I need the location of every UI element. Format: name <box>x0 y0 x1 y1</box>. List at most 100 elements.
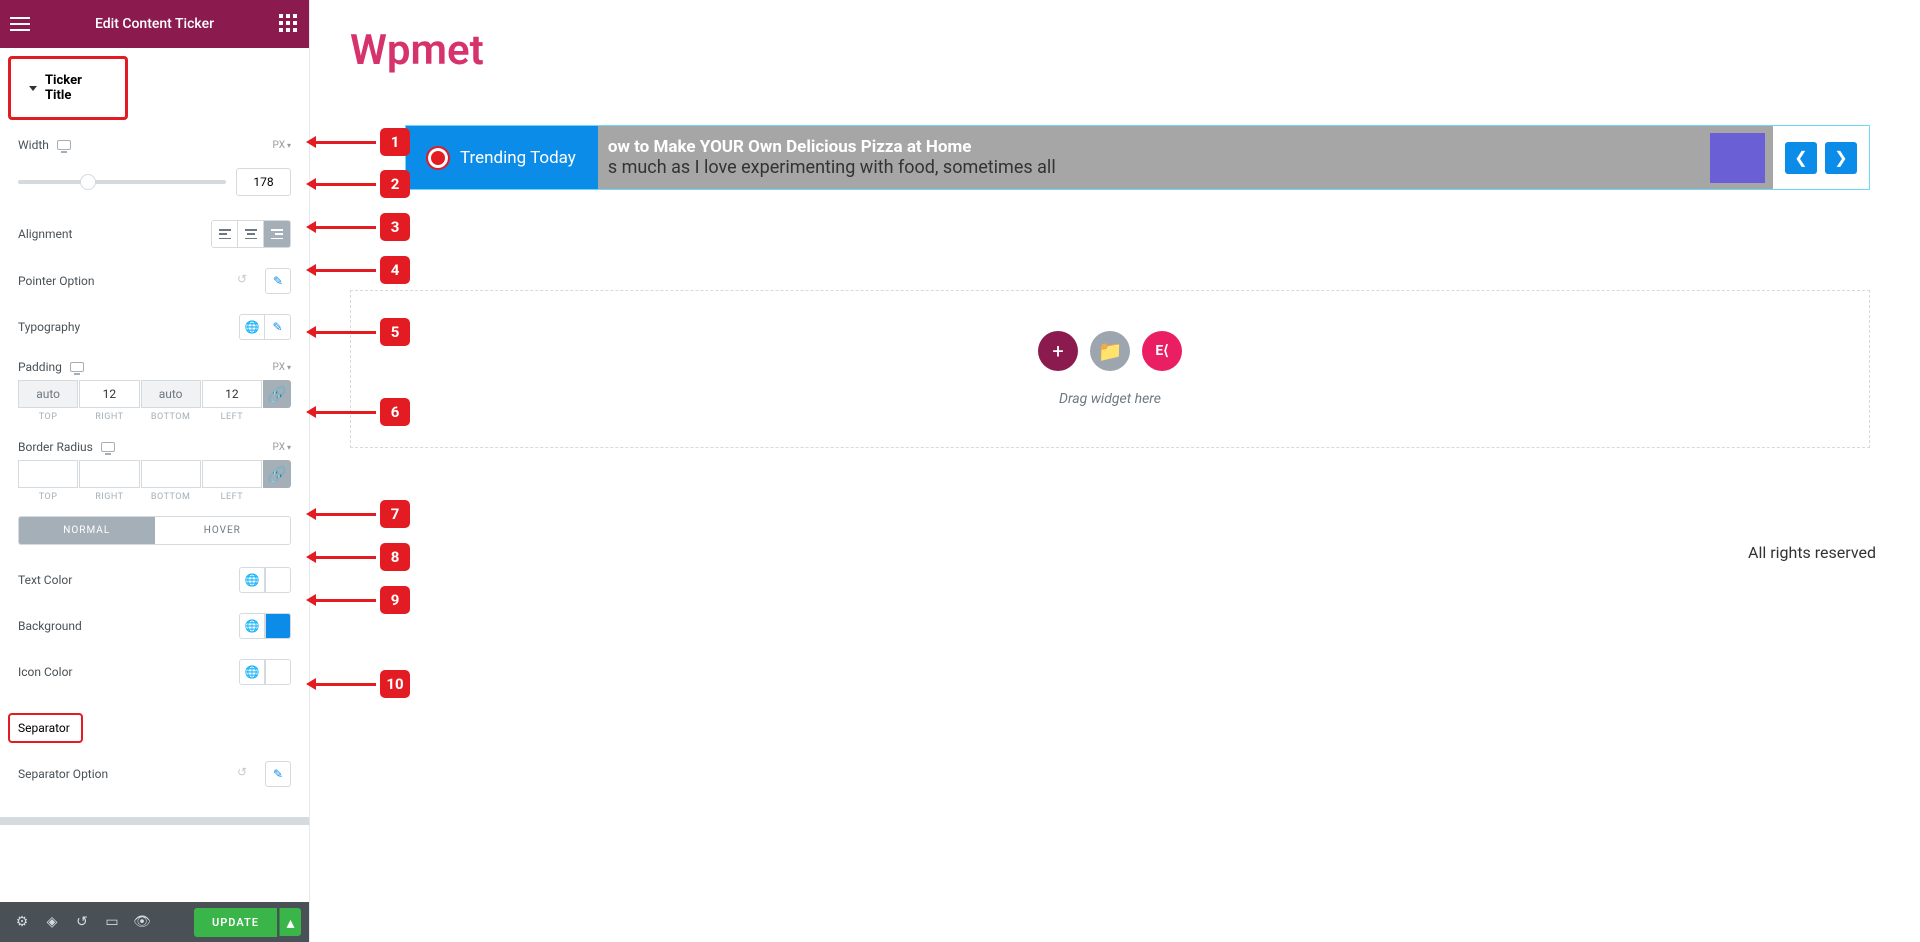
background-label: Background <box>18 619 82 633</box>
callout-10: 10 <box>314 670 410 698</box>
editor-sidebar: Edit Content Ticker Ticker Title Width P… <box>0 0 310 942</box>
slider-thumb[interactable] <box>80 174 96 190</box>
scrollbar-placeholder <box>0 817 309 825</box>
callout-6: 6 <box>314 398 410 426</box>
align-right-button[interactable] <box>264 221 290 247</box>
apps-icon[interactable] <box>279 14 299 34</box>
width-input[interactable] <box>236 168 291 196</box>
callout-7: 7 <box>314 500 410 528</box>
ticker-title-text: Trending Today <box>460 148 576 168</box>
radius-right-input[interactable] <box>79 460 139 488</box>
globe-icon[interactable]: 🌐 <box>239 613 265 639</box>
tab-hover[interactable]: HOVER <box>155 517 291 544</box>
history-icon[interactable]: ↺ <box>68 908 96 936</box>
update-options-button[interactable]: ▴ <box>279 908 301 936</box>
callout-2: 2 <box>314 170 410 198</box>
width-unit[interactable]: PX▾ <box>273 140 291 151</box>
text-color-label: Text Color <box>18 573 72 587</box>
radius-bottom-input[interactable] <box>141 460 201 488</box>
border-radius-control: Border Radius PX▾ <box>0 422 309 456</box>
background-swatch[interactable] <box>265 613 291 639</box>
padding-label: Padding <box>18 360 62 374</box>
preview-icon[interactable]: 👁 <box>128 908 156 936</box>
padding-bottom-input[interactable] <box>141 380 201 408</box>
responsive-icon[interactable] <box>70 362 84 372</box>
alignment-label: Alignment <box>18 227 72 241</box>
callout-8: 8 <box>314 543 410 571</box>
ticker-item: ow to Make YOUR Own Delicious Pizza at H… <box>598 133 1066 182</box>
radius-left-input[interactable] <box>202 460 262 488</box>
caret-down-icon <box>29 86 37 91</box>
ticker-body: ow to Make YOUR Own Delicious Pizza at H… <box>598 126 1773 189</box>
dropzone-buttons: + 📁 E⟨ <box>391 331 1829 371</box>
brand-title: Wpmet <box>350 26 1880 75</box>
ticker-title-box: Trending Today <box>406 126 598 189</box>
text-color-control: Text Color 🌐 <box>0 545 309 603</box>
ticker-thumbnail <box>1710 133 1765 183</box>
ticker-next-button[interactable]: ❯ <box>1825 142 1857 174</box>
responsive-mode-icon[interactable]: ▭ <box>98 908 126 936</box>
padding-unit[interactable]: PX▾ <box>273 362 291 373</box>
callout-4: 4 <box>314 256 410 284</box>
alignment-control: Alignment <box>0 210 309 258</box>
align-left-button[interactable] <box>212 221 238 247</box>
icon-color-label: Icon Color <box>18 665 72 679</box>
border-radius-unit[interactable]: PX▾ <box>273 442 291 453</box>
globe-icon[interactable]: 🌐 <box>239 314 265 340</box>
background-control: Background 🌐 <box>0 603 309 649</box>
width-slider-row <box>0 162 309 210</box>
ticker-dot-icon <box>428 148 448 168</box>
responsive-icon[interactable] <box>57 140 71 150</box>
navigator-icon[interactable]: ◈ <box>38 908 66 936</box>
reset-icon[interactable]: ↺ <box>237 272 255 290</box>
settings-icon[interactable]: ⚙ <box>8 908 36 936</box>
controls-panel: Ticker Title Width PX▾ Alignment Pointer… <box>0 48 309 902</box>
update-button[interactable]: UPDATE <box>194 908 277 937</box>
separator-option-control: Separator Option ↺ ✎ <box>0 751 309 797</box>
callout-3: 3 <box>314 213 410 241</box>
ticker-prev-button[interactable]: ❮ <box>1785 142 1817 174</box>
state-tabs: NORMAL HOVER <box>18 516 291 545</box>
widget-dropzone[interactable]: + 📁 E⟨ Drag widget here <box>350 290 1870 448</box>
elementskit-button[interactable]: E⟨ <box>1142 331 1182 371</box>
pointer-control: Pointer Option ↺ ✎ <box>0 258 309 304</box>
add-section-button[interactable]: + <box>1038 331 1078 371</box>
globe-icon[interactable]: 🌐 <box>239 659 265 685</box>
pointer-label: Pointer Option <box>18 274 95 288</box>
responsive-icon[interactable] <box>101 442 115 452</box>
padding-left-input[interactable] <box>202 380 262 408</box>
alignment-group <box>211 220 291 248</box>
padding-right-input[interactable] <box>79 380 139 408</box>
text-color-swatch[interactable] <box>265 567 291 593</box>
add-template-button[interactable]: 📁 <box>1090 331 1130 371</box>
section-ticker-title[interactable]: Ticker Title <box>8 56 128 120</box>
callout-9: 9 <box>314 586 410 614</box>
content-ticker[interactable]: Trending Today ow to Make YOUR Own Delic… <box>405 125 1870 190</box>
link-values-button[interactable]: 🔗 <box>263 380 291 408</box>
width-slider[interactable] <box>18 180 226 184</box>
sidebar-footer: ⚙ ◈ ↺ ▭ 👁 UPDATE ▴ <box>0 902 309 942</box>
padding-top-input[interactable] <box>18 380 78 408</box>
pointer-edit-button[interactable]: ✎ <box>265 268 291 294</box>
callout-1: 1 <box>314 128 410 156</box>
menu-icon[interactable] <box>10 17 30 31</box>
ticker-headline: ow to Make YOUR Own Delicious Pizza at H… <box>608 137 1056 157</box>
separator-edit-button[interactable]: ✎ <box>265 761 291 787</box>
sidebar-header: Edit Content Ticker <box>0 0 309 48</box>
radius-top-input[interactable] <box>18 460 78 488</box>
padding-control: Padding PX▾ <box>0 350 309 376</box>
typography-label: Typography <box>18 320 80 334</box>
typography-edit-button[interactable]: ✎ <box>265 314 291 340</box>
tab-normal[interactable]: NORMAL <box>19 517 155 544</box>
border-radius-label: Border Radius <box>18 440 93 454</box>
section-separator[interactable]: Separator <box>8 713 83 743</box>
width-label: Width <box>18 138 49 152</box>
dropzone-text: Drag widget here <box>391 391 1829 407</box>
section-label: Ticker Title <box>45 73 107 103</box>
align-center-button[interactable] <box>238 221 264 247</box>
callout-5: 5 <box>314 318 410 346</box>
link-radius-button[interactable]: 🔗 <box>263 460 291 488</box>
globe-icon[interactable]: 🌐 <box>239 567 265 593</box>
icon-color-swatch[interactable] <box>265 659 291 685</box>
reset-icon[interactable]: ↺ <box>237 765 255 783</box>
